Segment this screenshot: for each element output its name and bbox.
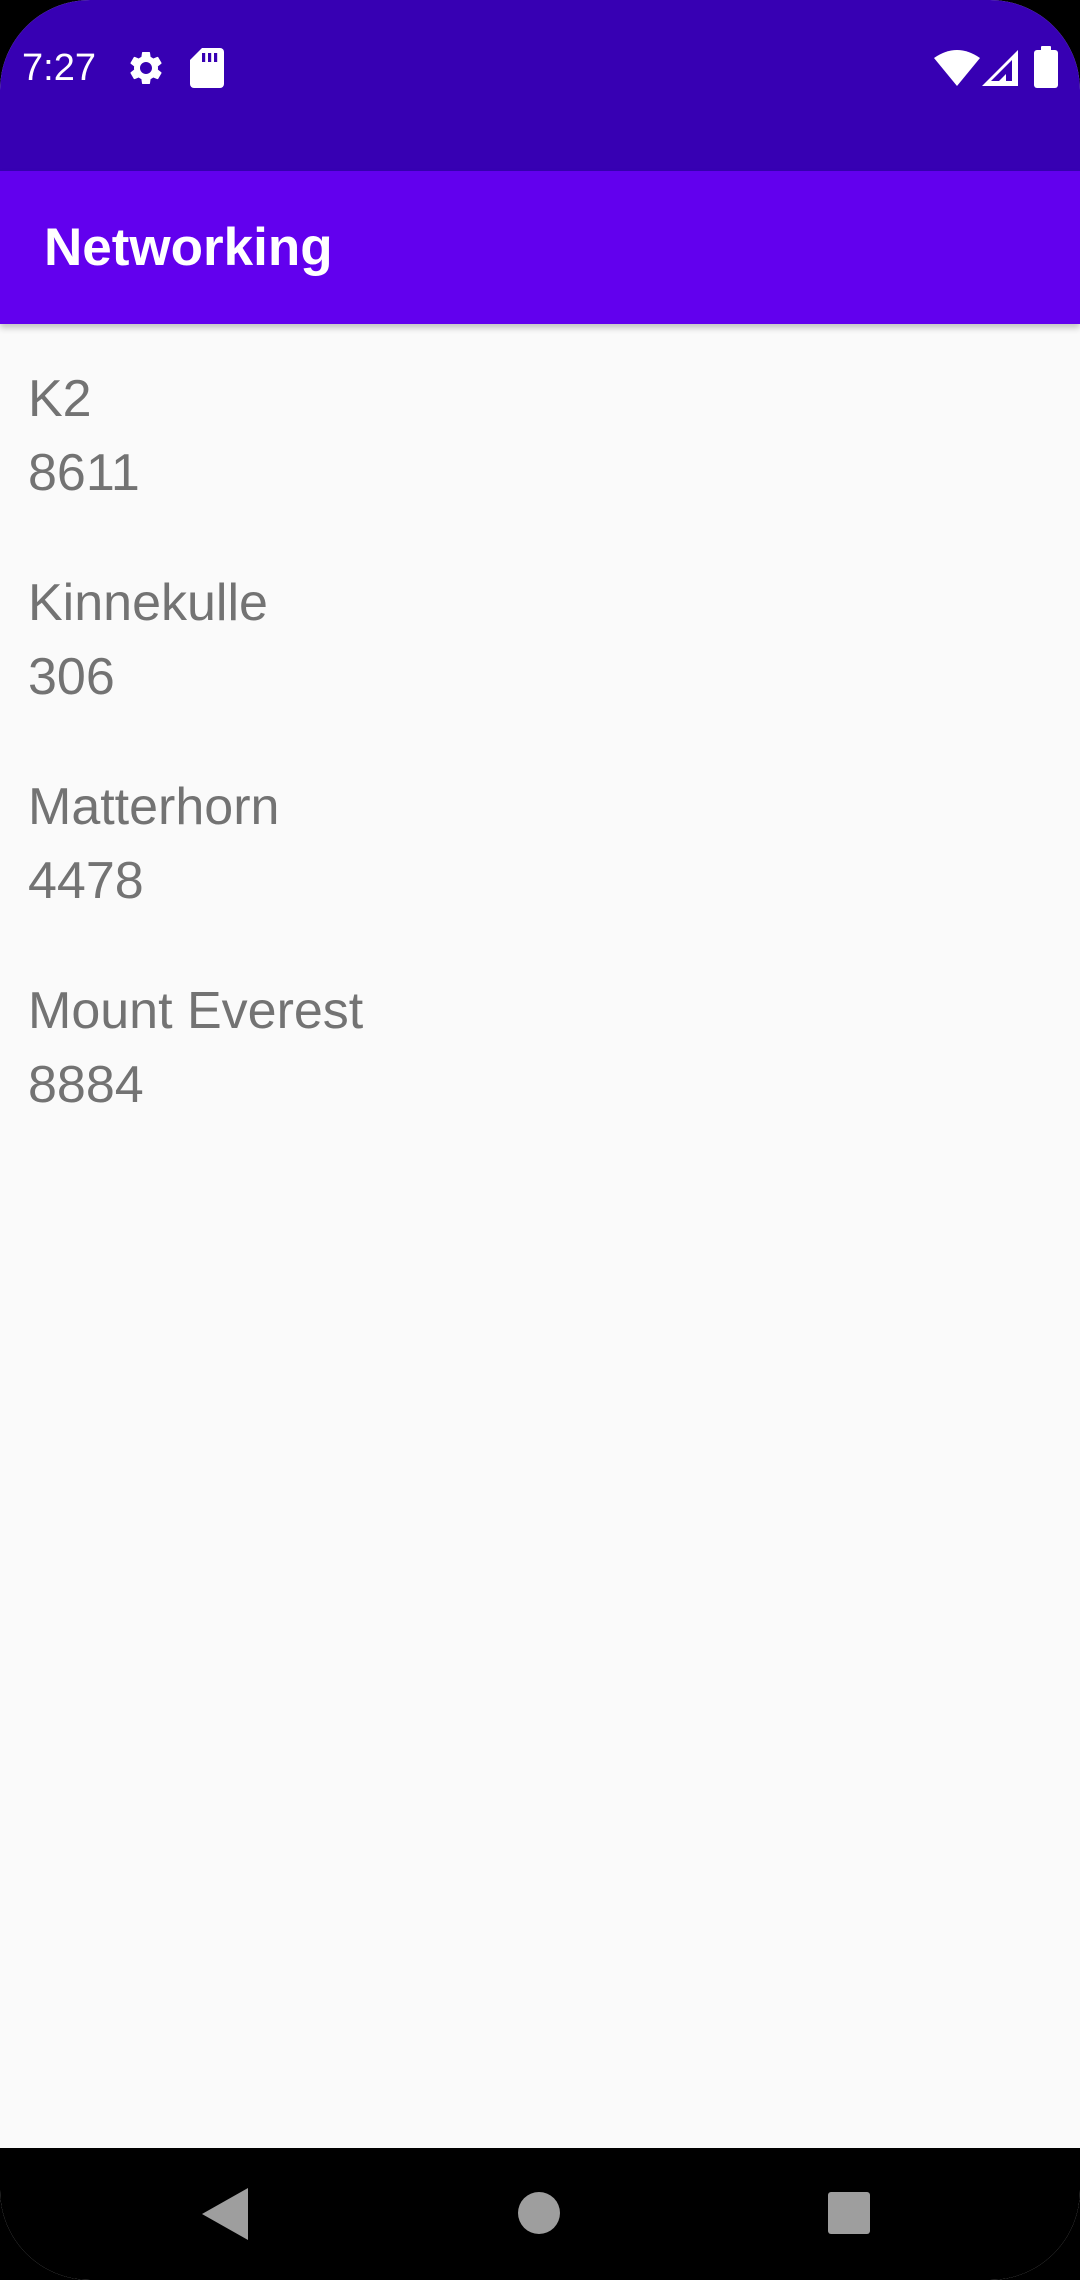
list-item[interactable]: Mount Everest 8884 bbox=[0, 938, 1080, 1142]
gear-icon bbox=[130, 51, 162, 84]
status-bar: 7:27 bbox=[0, 0, 1080, 171]
signal-icon bbox=[982, 50, 1018, 86]
sd-card-icon bbox=[190, 48, 224, 88]
recents-icon[interactable] bbox=[828, 2192, 870, 2234]
list-item[interactable]: Kinnekulle 306 bbox=[0, 530, 1080, 734]
status-time: 7:27 bbox=[22, 47, 96, 89]
app-bar: Networking bbox=[0, 171, 1080, 324]
mountain-height: 8611 bbox=[28, 444, 140, 502]
battery-icon bbox=[1034, 46, 1058, 88]
mountain-height: 8884 bbox=[28, 1056, 144, 1114]
list-item[interactable]: K2 8611 bbox=[0, 326, 1080, 530]
phone-screen: 7:27 Networking K2 8611 Kinnekulle 306 M… bbox=[0, 0, 1080, 2280]
mountain-height: 4478 bbox=[28, 852, 144, 910]
wifi-icon bbox=[934, 50, 980, 86]
mountain-name: Kinnekulle bbox=[28, 574, 268, 632]
app-title: Networking bbox=[44, 218, 333, 277]
mountain-name: Matterhorn bbox=[28, 778, 280, 836]
list-item[interactable]: Matterhorn 4478 bbox=[0, 734, 1080, 938]
mountain-name: K2 bbox=[28, 370, 92, 428]
mountain-name: Mount Everest bbox=[28, 982, 364, 1040]
back-icon[interactable] bbox=[202, 2188, 248, 2240]
home-icon[interactable] bbox=[518, 2192, 560, 2234]
mountain-height: 306 bbox=[28, 648, 115, 706]
mountain-list[interactable]: K2 8611 Kinnekulle 306 Matterhorn 4478 M… bbox=[0, 326, 1080, 1142]
navigation-bar bbox=[0, 2148, 1080, 2280]
